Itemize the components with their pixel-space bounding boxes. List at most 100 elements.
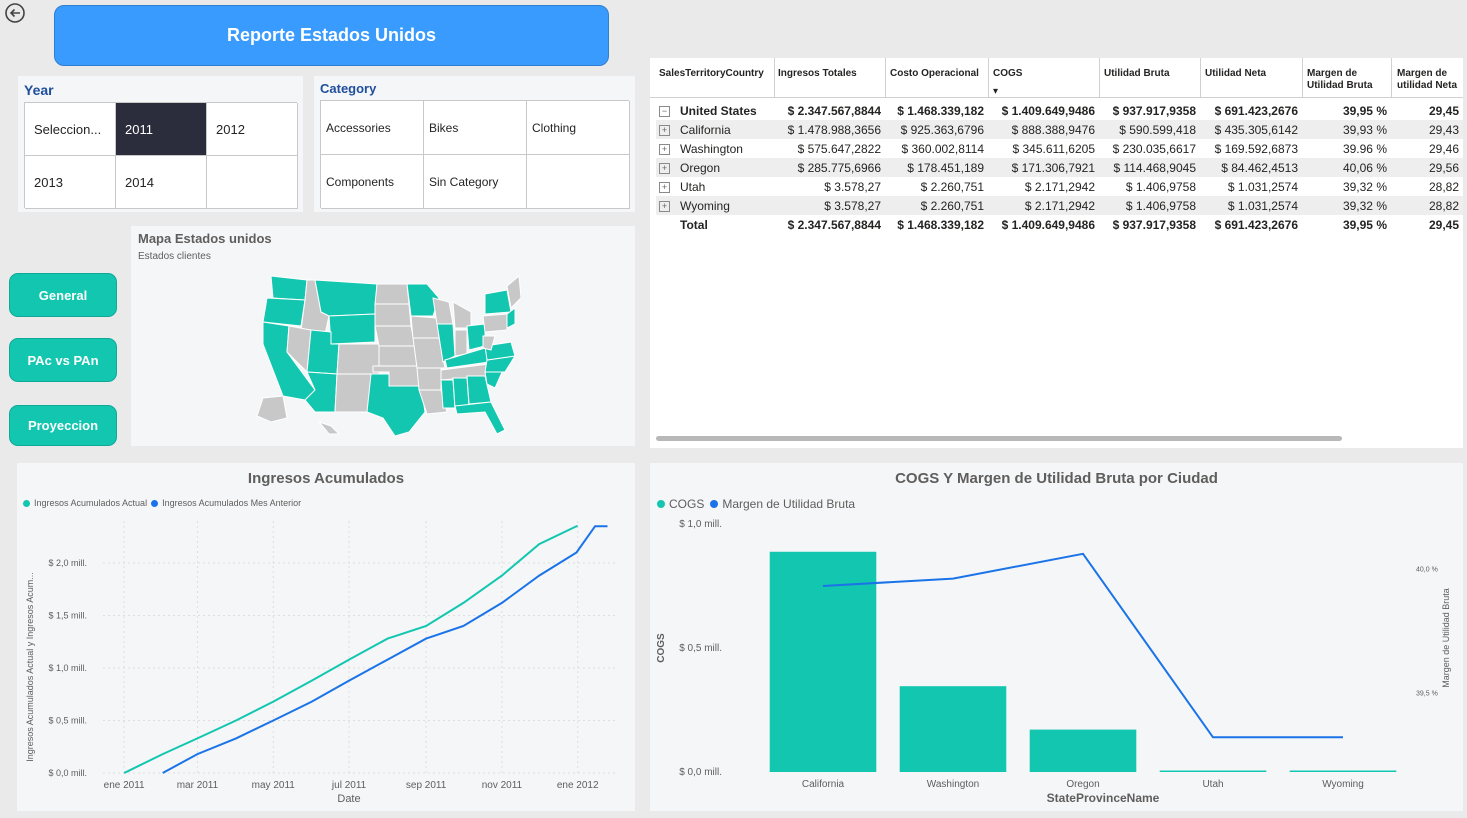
year-slicer: Year Seleccion... 2011 2012 2013 2014	[18, 76, 303, 212]
category-option-components[interactable]: Components	[321, 155, 424, 209]
cogs-combo-plot[interactable]: $ 0,0 mill. $ 0,5 mill. $ 1,0 mill. 39,5 % 4…	[650, 463, 1463, 811]
cell-value: $ 888.388,9476	[1011, 122, 1095, 137]
row-label: Total	[680, 217, 708, 232]
y2-tick-label: 40,0 %	[1416, 567, 1438, 574]
category-slicer-title: Category	[320, 81, 377, 96]
cell-value: $ 114.468,9045	[1113, 160, 1196, 175]
cell-value: 39,32 %	[1342, 179, 1387, 194]
expand-icon[interactable]: +	[659, 124, 670, 136]
expand-icon[interactable]: +	[659, 181, 670, 193]
cell-value: $ 575.647,2822	[797, 141, 881, 156]
state-nebraska	[374, 325, 416, 347]
cell-value: $ 2.260,751	[920, 179, 984, 194]
horizontal-scrollbar[interactable]	[656, 436, 1342, 441]
matrix-row[interactable]: − United States $ 2.347.567,8844 $ 1.468.33…	[656, 101, 1463, 120]
matrix-row[interactable]: + Utah $ 3.578,27 $ 2.260,751 $ 2.171,2942 $ …	[656, 177, 1463, 196]
row-label: Oregon	[680, 160, 721, 175]
col-header-margen-bruta[interactable]: Margen de Utilidad Bruta	[1307, 68, 1387, 92]
y-tick-label: $ 0,5 mill.	[48, 716, 87, 726]
cell-value: 28,82	[1428, 198, 1459, 213]
state-wisconsin	[432, 297, 454, 325]
category-option-bikes[interactable]: Bikes	[424, 101, 527, 155]
state-south-carolina	[484, 369, 504, 389]
bar-oregon[interactable]	[1029, 729, 1137, 772]
state-montana	[314, 279, 378, 317]
cell-value: 28,82	[1428, 179, 1459, 194]
state-alaska	[256, 395, 288, 423]
matrix-row[interactable]: + Oregon $ 285.775,6966 $ 178.451,189 $ 171.…	[656, 158, 1463, 177]
col-header-country[interactable]: SalesTerritoryCountry	[659, 68, 764, 80]
matrix-total-row[interactable]: Total $ 2.347.567,8844 $ 1.468.339,182 $ 1.…	[656, 215, 1463, 234]
proyeccion-button[interactable]: Proyeccion	[9, 405, 117, 446]
y-tick-label: $ 2,0 mill.	[48, 558, 87, 568]
bar-wyoming[interactable]	[1289, 770, 1397, 773]
cell-value: $ 691.423,2676	[1214, 217, 1298, 232]
row-label: Utah	[680, 179, 706, 194]
report-title-banner: Reporte Estados Unidos	[54, 5, 609, 66]
year-option-select-all[interactable]: Seleccion...	[25, 103, 116, 156]
matrix-row[interactable]: + Washington $ 575.647,2822 $ 360.002,8114 $…	[656, 139, 1463, 158]
y-tick-label: $ 0,0 mill.	[48, 768, 87, 778]
cell-value: $ 2.171,2942	[1024, 179, 1095, 194]
us-states-map[interactable]	[249, 272, 521, 437]
cell-value: 29,45	[1428, 217, 1459, 232]
expand-icon[interactable]: +	[659, 200, 670, 212]
year-option-2014[interactable]: 2014	[116, 156, 207, 209]
cell-value: $ 3.578,27	[824, 179, 881, 194]
back-arrow-icon[interactable]	[4, 2, 26, 24]
col-header-costo-operacional[interactable]: Costo Operacional	[890, 68, 979, 80]
bar-washington[interactable]	[899, 686, 1007, 772]
map-subtitle: Estados clientes	[138, 251, 211, 262]
cell-value: $ 178.451,189	[907, 160, 984, 175]
x-axis-title: Date	[337, 793, 360, 805]
financial-matrix: SalesTerritoryCountry Ingresos Totales C…	[650, 58, 1463, 448]
cell-value: $ 1.031,2574	[1227, 198, 1298, 213]
matrix-body: − United States $ 2.347.567,8844 $ 1.468.33…	[656, 101, 1463, 234]
cell-value: $ 171.306,7921	[1011, 160, 1095, 175]
cell-value: 39,95 %	[1342, 103, 1387, 118]
year-option-2013[interactable]: 2013	[25, 156, 116, 209]
col-header-margen-neta[interactable]: Margen de utilidad Neta	[1397, 68, 1463, 92]
state-mississippi	[440, 379, 456, 409]
cell-value: $ 345.611,6205	[1012, 141, 1095, 156]
y-axis-title: Ingresos Acumulados Actual y Ingresos Ac…	[25, 572, 35, 762]
cell-value: 39.96 %	[1342, 141, 1387, 156]
category-option-accessories[interactable]: Accessories	[321, 101, 424, 155]
cell-value: $ 1.409.649,9486	[1001, 103, 1095, 118]
year-option-2011[interactable]: 2011	[116, 103, 207, 156]
expand-icon[interactable]: +	[659, 162, 670, 174]
us-map-card: Mapa Estados unidos Estados clientes	[131, 226, 635, 446]
category-option-empty	[527, 155, 630, 209]
cell-value: $ 691.423,2676	[1214, 103, 1298, 118]
ingresos-line-plot[interactable]: ene 2011 mar 2011 may 2011 jul 2011 sep 2011…	[17, 463, 635, 811]
general-button[interactable]: General	[9, 273, 117, 317]
pac-vs-pan-button[interactable]: PAc vs PAn	[9, 338, 117, 382]
collapse-icon[interactable]: −	[659, 105, 670, 117]
x-tick-label: sep 2011	[406, 780, 447, 791]
cell-value: $ 169.592,6873	[1214, 141, 1298, 156]
cell-value: $ 230.035,6617	[1112, 141, 1196, 156]
y-tick-label: $ 1,0 mill.	[679, 519, 722, 530]
state-pennsylvania	[482, 313, 508, 333]
matrix-row[interactable]: + California $ 1.478.988,3656 $ 925.363,679…	[656, 120, 1463, 139]
col-header-utilidad-bruta[interactable]: Utilidad Bruta	[1104, 68, 1170, 80]
cell-value: $ 285.775,6966	[797, 160, 881, 175]
cell-value: 39,93 %	[1342, 122, 1387, 137]
year-option-2012[interactable]: 2012	[207, 103, 298, 156]
cell-value: $ 1.406,9758	[1125, 179, 1196, 194]
cell-value: $ 1.468.339,182	[897, 217, 984, 232]
y-tick-label: $ 0,5 mill.	[679, 643, 722, 654]
col-header-cogs[interactable]: COGS	[993, 68, 1022, 80]
expand-icon[interactable]: +	[659, 143, 670, 155]
category-option-sin-category[interactable]: Sin Category	[424, 155, 527, 209]
cell-value: $ 360.002,8114	[901, 141, 984, 156]
cell-value: $ 590.599,418	[1119, 122, 1196, 137]
col-header-utilidad-neta[interactable]: Utilidad Neta	[1205, 68, 1266, 80]
cell-value: $ 3.578,27	[824, 198, 881, 213]
category-option-clothing[interactable]: Clothing	[527, 101, 630, 155]
col-header-ingresos-totales[interactable]: Ingresos Totales	[778, 68, 857, 80]
bar-utah[interactable]	[1159, 770, 1267, 773]
sort-descending-icon[interactable]: ▾	[993, 86, 998, 97]
matrix-row[interactable]: + Wyoming $ 3.578,27 $ 2.260,751 $ 2.171,294…	[656, 196, 1463, 215]
cell-value: 29,43	[1428, 122, 1459, 137]
